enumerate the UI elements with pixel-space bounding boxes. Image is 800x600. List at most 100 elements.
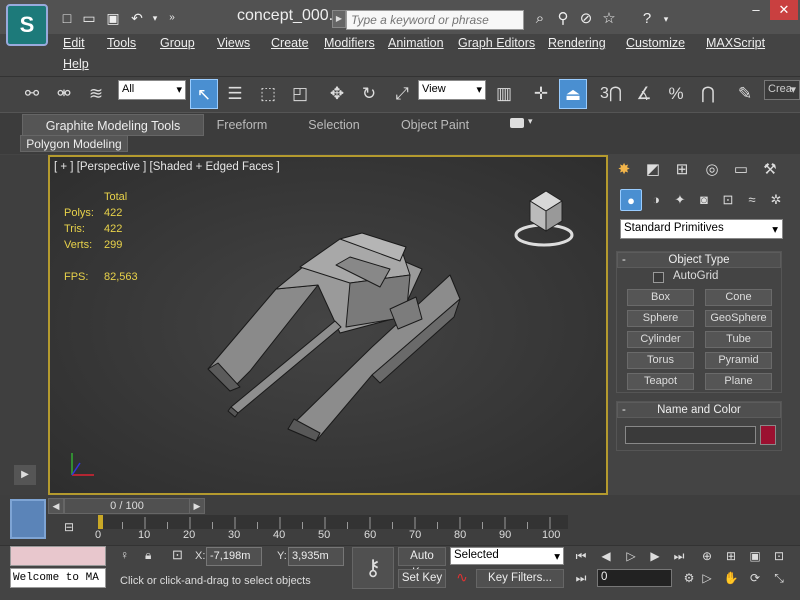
menu-maxscript[interactable]: MAXScript [706, 36, 765, 50]
select-by-name-icon[interactable]: ☰ [221, 79, 249, 109]
pyramid-button[interactable]: Pyramid [705, 352, 772, 369]
menu-modifiers[interactable]: Modifiers [324, 36, 375, 50]
systems-icon[interactable]: ✲ [765, 189, 787, 211]
time-configuration-icon[interactable]: ⚙ [680, 570, 698, 587]
default-tangents-icon[interactable]: ∿ [452, 569, 472, 587]
orbit-icon[interactable]: ⟳ [746, 570, 764, 587]
curve-editor-icon[interactable]: ⊟ [58, 520, 80, 540]
set-key-icon[interactable]: ⚷ [352, 547, 394, 589]
x-coord-field[interactable]: -7,198m [206, 547, 262, 566]
tab-freeform[interactable]: Freeform [206, 114, 278, 136]
expand-icon[interactable]: ▶ [332, 10, 346, 28]
zoom-all-icon[interactable]: ⊞ [722, 548, 740, 565]
previous-frame-icon[interactable]: ◀ [597, 548, 615, 565]
cylinder-button[interactable]: Cylinder [627, 331, 694, 348]
selection-filter-dropdown[interactable]: All [118, 80, 186, 100]
named-selection-set-field[interactable]: Crea [764, 80, 800, 100]
zoom-extents-icon[interactable]: ▣ [746, 548, 764, 565]
box-button[interactable]: Box [627, 289, 694, 306]
pivot-center-icon[interactable]: ▥ [490, 79, 518, 109]
key-icon[interactable]: ⚲ [553, 9, 573, 29]
torus-button[interactable]: Torus [627, 352, 694, 369]
no-signal-icon[interactable]: ⊘ [576, 9, 596, 29]
current-frame-field[interactable]: 0 [597, 569, 672, 587]
help-icon[interactable]: ? [637, 9, 657, 29]
rotate-icon[interactable]: ↻ [355, 79, 383, 109]
plane-button[interactable]: Plane [705, 373, 772, 390]
link-icon[interactable]: ⚯ [18, 79, 46, 109]
maxscript-listener-output[interactable] [10, 546, 106, 566]
key-mode-toggle-icon[interactable]: ⏭ [572, 570, 590, 587]
space-warps-icon[interactable]: ≈ [741, 189, 763, 211]
menu-tools[interactable]: Tools [107, 36, 136, 50]
motion-tab-icon[interactable]: ◎ [700, 158, 724, 182]
object-name-field[interactable] [625, 426, 756, 444]
overflow-icon[interactable]: » [163, 9, 181, 27]
maximize-viewport-icon[interactable]: ⤡ [770, 570, 788, 587]
menu-edit[interactable]: Edit [63, 36, 85, 50]
select-manipulate-icon[interactable]: ✛ [527, 79, 555, 109]
tab-object-paint[interactable]: Object Paint [390, 114, 480, 136]
geometry-icon[interactable]: ● [620, 189, 642, 211]
tube-button[interactable]: Tube [705, 331, 772, 348]
track-bar[interactable]: 0 10 20 30 40 50 60 70 80 90 100 [95, 515, 568, 543]
lock-icon[interactable]: 🔒︎ [145, 548, 159, 564]
lights-icon[interactable]: ✦ [669, 189, 691, 211]
save-icon[interactable]: ▣ [104, 9, 122, 27]
maxscript-mini-listener[interactable]: Welcome to MA [10, 568, 106, 588]
tab-selection[interactable]: Selection [298, 114, 370, 136]
field-of-view-icon[interactable]: ▷ [698, 570, 716, 587]
auto-key-button[interactable]: Auto Key [398, 547, 446, 579]
lightbulb-icon[interactable]: ♀ [120, 548, 134, 564]
go-to-end-icon[interactable]: ⏭ [670, 548, 688, 565]
object-color-swatch[interactable] [760, 425, 776, 445]
select-object-icon[interactable]: ↖ [190, 79, 218, 109]
object-type-header[interactable]: - Object Type [617, 252, 781, 268]
help-dropdown-icon[interactable]: ▾ [656, 9, 676, 29]
cone-button[interactable]: Cone [705, 289, 772, 306]
perspective-viewport[interactable]: [ + ] [Perspective ] [Shaded + Edged Fac… [48, 155, 608, 495]
bind-space-warp-icon[interactable]: ≋ [82, 79, 110, 109]
time-slider[interactable]: 0 / 100 [64, 498, 190, 514]
undo-icon[interactable]: ↶ [128, 9, 146, 27]
play-icon[interactable]: ▷ [622, 548, 640, 565]
viewport-thumbnail[interactable] [10, 499, 46, 539]
menu-views[interactable]: Views [217, 36, 250, 50]
ribbon-dropdown-icon[interactable]: ▾ [528, 116, 533, 127]
search-input[interactable] [346, 10, 524, 30]
menu-customize[interactable]: Customize [626, 36, 685, 50]
app-logo-button[interactable]: S [6, 4, 48, 46]
close-button[interactable]: ✕ [770, 0, 798, 20]
snaps-toggle-icon[interactable]: 3⋂ [597, 79, 625, 109]
shapes-icon[interactable]: ◑ [645, 189, 667, 211]
move-icon[interactable]: ✥ [323, 79, 351, 109]
undo-dropdown-icon[interactable]: ▾ [146, 9, 164, 27]
menu-create[interactable]: Create [271, 36, 309, 50]
menu-graph-editors[interactable]: Graph Editors [458, 36, 535, 50]
hierarchy-tab-icon[interactable]: ⊞ [670, 158, 694, 182]
window-crossing-icon[interactable]: ◰ [286, 79, 314, 109]
ribbon-options-icon[interactable] [510, 118, 524, 128]
new-file-icon[interactable]: □ [58, 9, 76, 27]
zoom-icon[interactable]: ⊕ [698, 548, 716, 565]
next-frame-icon[interactable]: ▶ [646, 548, 664, 565]
y-coord-field[interactable]: 3,935m [288, 547, 344, 566]
primitive-category-dropdown[interactable]: Standard Primitives [620, 219, 783, 239]
go-to-start-icon[interactable]: ⏮ [572, 548, 590, 565]
viewport-label[interactable]: [ + ] [Perspective ] [Shaded + Edged Fac… [54, 161, 280, 173]
name-color-header[interactable]: - Name and Color [617, 402, 781, 418]
create-tab-icon[interactable]: ✸ [612, 158, 636, 182]
binoculars-icon[interactable]: ⌕ [530, 9, 550, 29]
unlink-icon[interactable]: ⚮ [50, 79, 78, 109]
edit-named-selection-icon[interactable]: ✎ [731, 79, 759, 109]
menu-group[interactable]: Group [160, 36, 195, 50]
display-tab-icon[interactable]: ▭ [729, 158, 753, 182]
angle-snap-icon[interactable]: ∡ [630, 79, 658, 109]
teapot-button[interactable]: Teapot [627, 373, 694, 390]
polygon-modeling-panel[interactable]: Polygon Modeling [20, 135, 128, 152]
pan-icon[interactable]: ✋ [722, 570, 740, 587]
helpers-icon[interactable]: ⊡ [717, 189, 739, 211]
minimize-button[interactable]: – [744, 0, 768, 20]
rectangular-selection-icon[interactable]: ⬚ [254, 79, 282, 109]
absolute-mode-icon[interactable]: ⊡ [172, 547, 188, 563]
